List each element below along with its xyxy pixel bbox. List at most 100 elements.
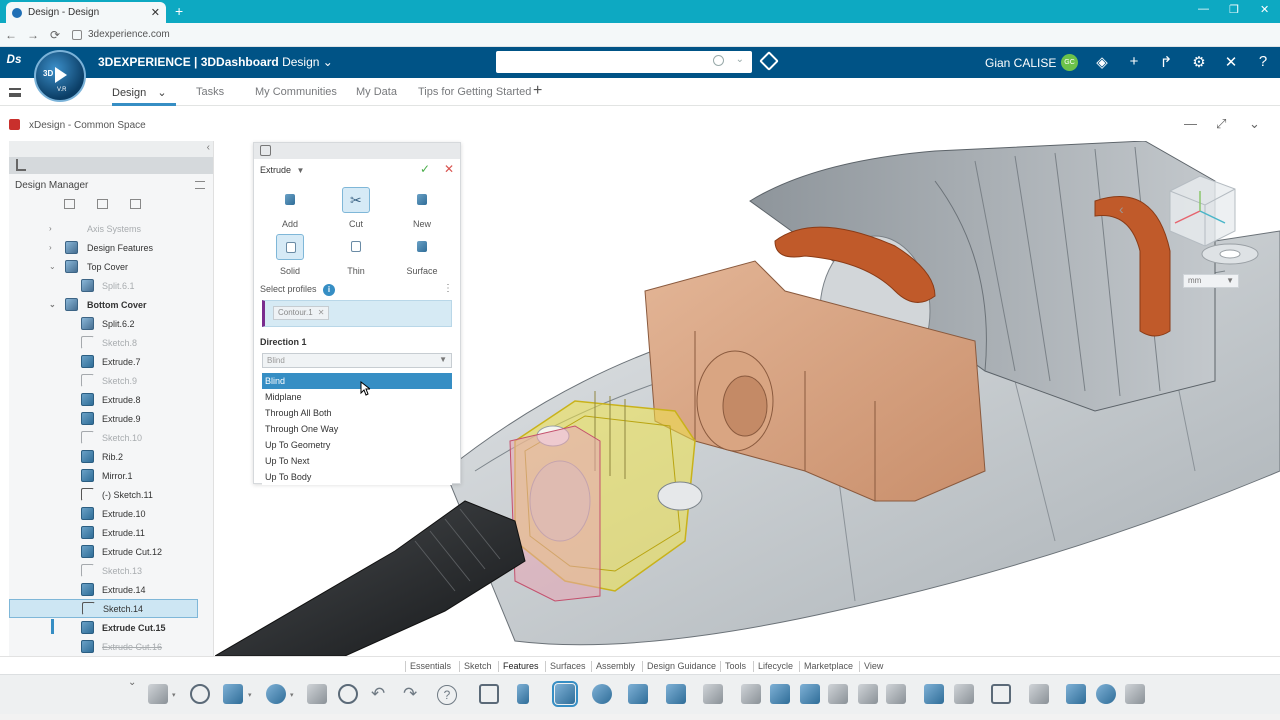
avatar[interactable]: GC — [1061, 54, 1078, 71]
rib-tool-icon[interactable] — [666, 684, 686, 704]
box-primitive-icon[interactable] — [479, 684, 499, 704]
thin-button[interactable]: Thin — [328, 234, 384, 276]
dropdown-option[interactable]: Up To Next — [262, 453, 452, 469]
split-tool-icon[interactable] — [924, 684, 944, 704]
extrude-panel-header[interactable] — [254, 143, 460, 159]
tree-row[interactable]: Mirror.1 — [9, 466, 213, 485]
forward-button[interactable]: → — [22, 28, 44, 42]
widget-expand-icon[interactable]: ⤢ — [1216, 116, 1226, 132]
ribbon-tab[interactable]: Lifecycle — [758, 661, 793, 671]
plane-icon[interactable] — [97, 199, 108, 209]
tree-row[interactable]: ⌄ Top Cover — [9, 257, 213, 276]
design-tools-icon[interactable] — [148, 684, 168, 704]
properties-icon[interactable] — [307, 684, 327, 704]
direction-caret-icon[interactable]: ▼ — [439, 355, 447, 364]
cancel-button[interactable]: ✕ — [444, 162, 454, 176]
widget-minimize-icon[interactable]: — — [1184, 116, 1197, 131]
tree-expander-icon[interactable]: ⌄ — [49, 300, 56, 309]
ds-logo-icon[interactable]: ᴰˢ — [6, 52, 21, 72]
tree-row[interactable]: Extrude.9 — [9, 409, 213, 428]
extrude-title-caret-icon[interactable]: ▼ — [297, 166, 305, 175]
tree-row[interactable]: Extrude.11 — [9, 523, 213, 542]
info-icon[interactable]: i — [323, 284, 336, 296]
viewcube-nav-arrow-icon[interactable]: ‹ — [1119, 201, 1124, 217]
back-button[interactable]: ← — [0, 28, 22, 42]
tree-row[interactable]: › Axis Systems — [9, 219, 213, 238]
render-icon[interactable] — [1096, 684, 1116, 704]
help-button[interactable]: ? — [437, 685, 457, 705]
units-select[interactable]: mm ▼ — [1183, 274, 1239, 288]
tree-menu-icon[interactable] — [195, 181, 205, 189]
user-name[interactable]: Gian CALISE — [985, 56, 1056, 70]
dropdown-option[interactable]: Up To Geometry — [262, 437, 452, 453]
ok-button[interactable]: ✓ — [420, 162, 430, 176]
dropdown-option[interactable]: Through All Both — [262, 405, 452, 421]
pattern-icon[interactable] — [886, 684, 906, 704]
tree-row[interactable]: Extrude.10 — [9, 504, 213, 523]
app-title-caret-icon[interactable]: ⌄ — [323, 55, 333, 69]
tree-row[interactable]: Split.6.1 — [9, 276, 213, 295]
browser-tab[interactable]: Design - Design ✕ — [6, 2, 166, 23]
assembly-tool-icon[interactable] — [1066, 684, 1086, 704]
menu-icon[interactable] — [9, 88, 21, 97]
ribbon-tab[interactable]: Marketplace — [804, 661, 853, 671]
pad-icon[interactable] — [517, 684, 529, 704]
reload-button[interactable]: ⟳ — [44, 28, 66, 42]
compass-icon[interactable]: 3D V.R — [34, 50, 86, 102]
boolean-icon[interactable] — [954, 684, 974, 704]
tree-row[interactable]: Sketch.14 — [9, 599, 198, 618]
ribbon-tab[interactable]: Assembly — [596, 661, 635, 671]
search-icon[interactable] — [713, 55, 724, 66]
tab-my-data[interactable]: My Data — [356, 86, 397, 98]
mirror-tool-icon[interactable] — [858, 684, 878, 704]
shell-icon[interactable] — [703, 684, 723, 704]
url-field[interactable]: 3dexperience.com — [88, 29, 170, 40]
revolve-icon[interactable] — [592, 684, 612, 704]
close-window-button[interactable]: ✕ — [1260, 3, 1269, 16]
redo-icon[interactable]: ↷ — [403, 684, 417, 704]
tree-row[interactable]: Extrude.14 — [9, 580, 213, 599]
search-input[interactable]: ⌄ — [496, 51, 752, 73]
tree-row[interactable]: Extrude Cut.15 — [9, 618, 213, 637]
restore-window-button[interactable]: ❐ — [1229, 3, 1239, 16]
action-bar-expand-icon[interactable]: ⌄ — [128, 677, 136, 688]
tree-row[interactable]: Sketch.8 — [9, 333, 213, 352]
tree-row[interactable]: (-) Sketch.11 — [9, 485, 213, 504]
globe-icon[interactable] — [190, 684, 210, 704]
network-icon[interactable]: ⚙ — [1190, 53, 1208, 71]
new-body-button[interactable]: New — [394, 187, 450, 229]
tree-row[interactable]: Rib.2 — [9, 447, 213, 466]
compass-tools-icon[interactable]: ✕ — [1222, 53, 1240, 71]
compass-play-icon[interactable] — [55, 67, 67, 83]
help-icon[interactable]: ? — [1254, 53, 1272, 70]
surface-button[interactable]: Surface — [394, 234, 450, 276]
hole-icon[interactable] — [741, 684, 761, 704]
tree-row[interactable]: Extrude Cut.16 — [9, 637, 213, 656]
share-icon[interactable]: ↱ — [1157, 53, 1175, 71]
profile-chip[interactable]: Contour.1 ✕ — [273, 306, 330, 320]
solid-button[interactable]: Solid — [262, 234, 318, 276]
ribbon-tab[interactable]: Essentials — [410, 661, 451, 671]
ribbon-tab[interactable]: Features — [503, 661, 539, 671]
chat-icon[interactable]: ◈ — [1093, 53, 1111, 71]
search-options-caret-icon[interactable]: ⌄ — [736, 54, 744, 65]
fillet-icon[interactable] — [770, 684, 790, 704]
undo-icon[interactable]: ↶ — [371, 684, 385, 704]
wireframe-icon[interactable] — [991, 684, 1011, 704]
tab-tasks[interactable]: Tasks — [196, 86, 224, 98]
add-tab-button[interactable]: + — [533, 82, 542, 100]
ribbon-tab[interactable]: Tools — [725, 661, 746, 671]
tree-row[interactable]: Sketch.13 — [9, 561, 213, 580]
refresh-icon[interactable] — [266, 684, 286, 704]
widget-menu-icon[interactable]: ⌄ — [1249, 116, 1260, 132]
tab-tips[interactable]: Tips for Getting Started — [418, 86, 531, 98]
tree-row[interactable]: Sketch.10 — [9, 428, 213, 447]
tree-row[interactable]: ⌄ Bottom Cover — [9, 295, 213, 314]
settings-icon[interactable] — [338, 684, 358, 704]
new-tab-button[interactable]: + — [175, 3, 183, 19]
cut-profile-preview[interactable] — [509, 425, 601, 602]
tree-expander-icon[interactable]: ⌄ — [49, 262, 56, 271]
draft-icon[interactable] — [828, 684, 848, 704]
tree-expander-icon[interactable]: › — [49, 243, 52, 252]
dropdown-option[interactable]: Midplane — [262, 389, 452, 405]
